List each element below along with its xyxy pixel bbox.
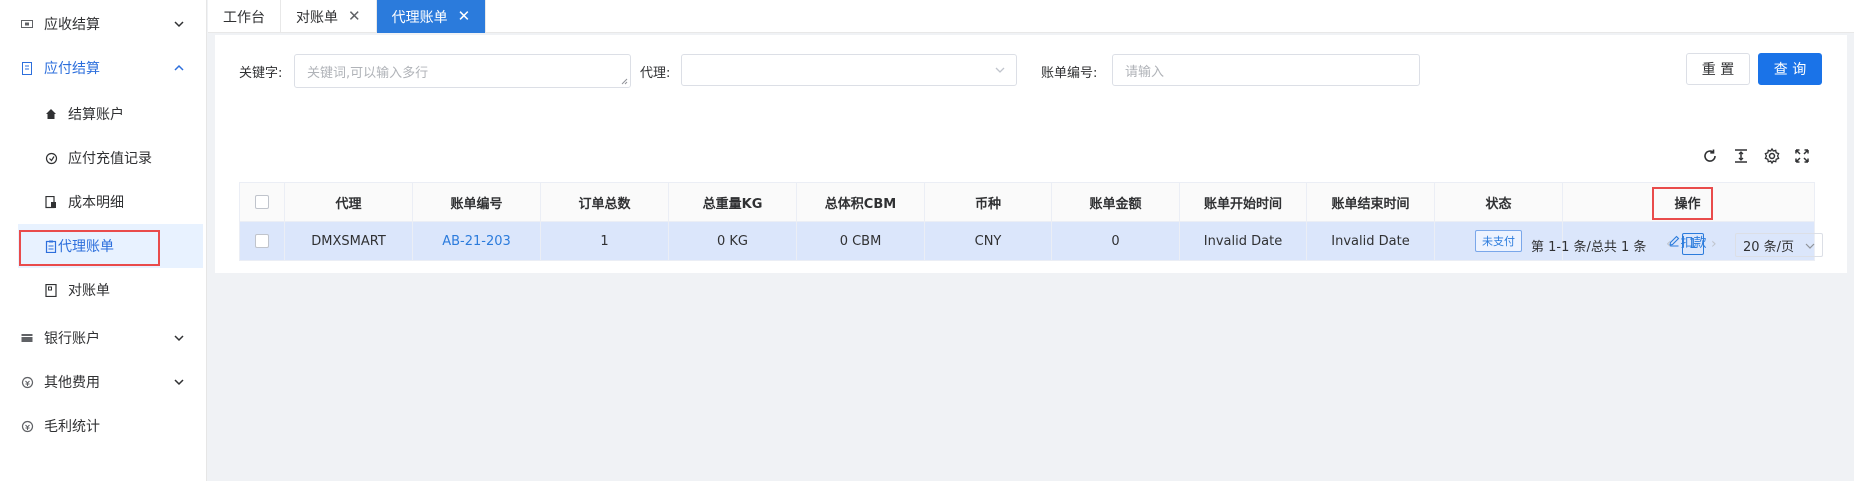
chevron-down-icon	[174, 379, 184, 386]
sidebar-item-label: 成本明细	[68, 195, 124, 211]
row-checkbox[interactable]	[255, 234, 269, 248]
cell-order-count: 1	[541, 222, 669, 260]
sidebar-item-label: 毛利统计	[44, 419, 100, 435]
cell-bill-no: AB-21-203	[413, 222, 541, 260]
sidebar-item-label: 其他费用	[44, 375, 100, 391]
tabs-bar: 工作台 对账单 ✕ 代理账单 ✕	[208, 0, 1854, 33]
page-size-value: 20 条/页	[1743, 239, 1795, 255]
sidebar-item-other-fees[interactable]: 其他费用	[0, 360, 207, 404]
card-icon	[20, 331, 34, 345]
chevron-down-icon	[174, 21, 184, 28]
cell-amount: 0	[1052, 222, 1180, 260]
tab-agent-bill[interactable]: 代理账单 ✕	[376, 0, 487, 33]
next-page-icon[interactable]: ›	[1711, 236, 1717, 252]
keyword-placeholder: 关键词,可以输入多行	[307, 66, 429, 81]
column-header: 订单总数	[541, 183, 669, 221]
coin-icon	[20, 419, 34, 433]
sidebar-item-settlement-account[interactable]: 结算账户	[0, 92, 207, 136]
sidebar: 应收结算 应付结算 结算账户 应付充值记录 成本明细 代理账单 对账单 银行账户…	[0, 0, 207, 481]
row-select	[240, 222, 285, 260]
sidebar-item-bank-account[interactable]: 银行账户	[0, 316, 207, 360]
sidebar-item-label: 对账单	[68, 283, 110, 299]
cell-volume: 0 CBM	[797, 222, 925, 260]
bill-no-input[interactable]: 请输入	[1112, 54, 1420, 86]
status-badge: 未支付	[1475, 230, 1522, 252]
column-header: 账单开始时间	[1180, 183, 1307, 221]
cost-icon	[44, 195, 58, 209]
bill-no-label: 账单编号:	[1041, 66, 1098, 81]
column-header: 状态	[1435, 183, 1563, 221]
tab-statement[interactable]: 对账单 ✕	[281, 0, 377, 33]
sidebar-item-gross-profit[interactable]: 毛利统计	[0, 404, 207, 448]
coin-icon	[20, 375, 34, 389]
column-header: 账单金额	[1052, 183, 1180, 221]
tab-label: 工作台	[223, 9, 265, 26]
select-all-checkbox[interactable]	[255, 195, 269, 209]
bill-no-placeholder: 请输入	[1125, 64, 1165, 80]
column-header: 总体积CBM	[797, 183, 925, 221]
sidebar-item-recharge-records[interactable]: 应付充值记录	[0, 136, 207, 180]
sidebar-item-label: 应收结算	[44, 17, 100, 33]
page-number[interactable]: 1	[1682, 233, 1704, 255]
column-header: 账单结束时间	[1307, 183, 1435, 221]
chevron-down-icon	[1805, 243, 1815, 249]
sidebar-item-label: 应付充值记录	[68, 151, 152, 167]
sidebar-item-payable[interactable]: 应付结算	[0, 46, 207, 90]
header-select-all	[240, 183, 285, 221]
fullscreen-icon[interactable]	[1793, 147, 1811, 165]
sidebar-item-label: 银行账户	[44, 331, 100, 347]
ticket-icon	[20, 17, 34, 31]
sidebar-item-agent-bill[interactable]: 代理账单	[18, 224, 203, 268]
chevron-down-icon	[174, 335, 184, 342]
page-size-select[interactable]: 20 条/页	[1735, 233, 1823, 257]
sidebar-item-cost-detail[interactable]: 成本明细	[0, 180, 207, 224]
statement-icon	[44, 283, 58, 297]
agent-label: 代理:	[640, 66, 671, 81]
refresh-icon[interactable]	[1701, 147, 1719, 165]
cell-start-time: Invalid Date	[1180, 222, 1307, 260]
sidebar-item-statement[interactable]: 对账单	[0, 268, 207, 312]
cell-weight: 0 KG	[669, 222, 797, 260]
clipboard-icon	[44, 239, 58, 253]
pagination-summary: 第 1-1 条/总共 1 条	[1531, 240, 1647, 255]
column-header: 账单编号	[413, 183, 541, 221]
chevron-up-icon	[174, 64, 184, 71]
close-icon[interactable]: ✕	[348, 9, 361, 24]
column-height-icon[interactable]	[1732, 147, 1750, 165]
recharge-icon	[44, 151, 58, 165]
column-header: 总重量KG	[669, 183, 797, 221]
column-header: 代理	[285, 183, 413, 221]
cell-currency: CNY	[925, 222, 1052, 260]
tab-label: 代理账单	[391, 9, 448, 26]
gear-icon[interactable]	[1763, 147, 1781, 165]
tab-label: 对账单	[296, 9, 338, 26]
sidebar-item-receivable[interactable]: 应收结算	[0, 2, 207, 46]
bill-icon	[20, 61, 34, 75]
sidebar-item-label: 结算账户	[68, 107, 124, 123]
cell-agent: DMXSMART	[285, 222, 413, 260]
home-icon	[44, 107, 58, 121]
cell-end-time: Invalid Date	[1307, 222, 1435, 260]
resize-grip-icon[interactable]	[621, 78, 628, 85]
table-header: 代理 账单编号 订单总数 总重量KG 总体积CBM 币种 账单金额 账单开始时间…	[240, 183, 1814, 221]
prev-page-icon[interactable]: ‹	[1666, 236, 1672, 252]
keyword-input[interactable]: 关键词,可以输入多行	[294, 54, 631, 88]
agent-select[interactable]	[681, 54, 1017, 86]
reset-button[interactable]: 重 置	[1686, 53, 1750, 85]
close-icon[interactable]: ✕	[458, 9, 471, 24]
query-button[interactable]: 查 询	[1758, 53, 1822, 85]
tab-workbench[interactable]: 工作台	[208, 0, 281, 33]
column-header: 币种	[925, 183, 1052, 221]
column-header: 操作	[1674, 196, 1701, 212]
sidebar-item-label: 代理账单	[58, 239, 114, 255]
main-panel: 关键字: 关键词,可以输入多行 代理: 账单编号: 请输入 重 置 查 询 代理…	[215, 35, 1847, 273]
bill-no-link[interactable]: AB-21-203	[442, 234, 511, 249]
chevron-down-icon	[995, 67, 1005, 73]
sidebar-item-label: 应付结算	[44, 61, 100, 77]
keyword-label: 关键字:	[239, 66, 283, 81]
